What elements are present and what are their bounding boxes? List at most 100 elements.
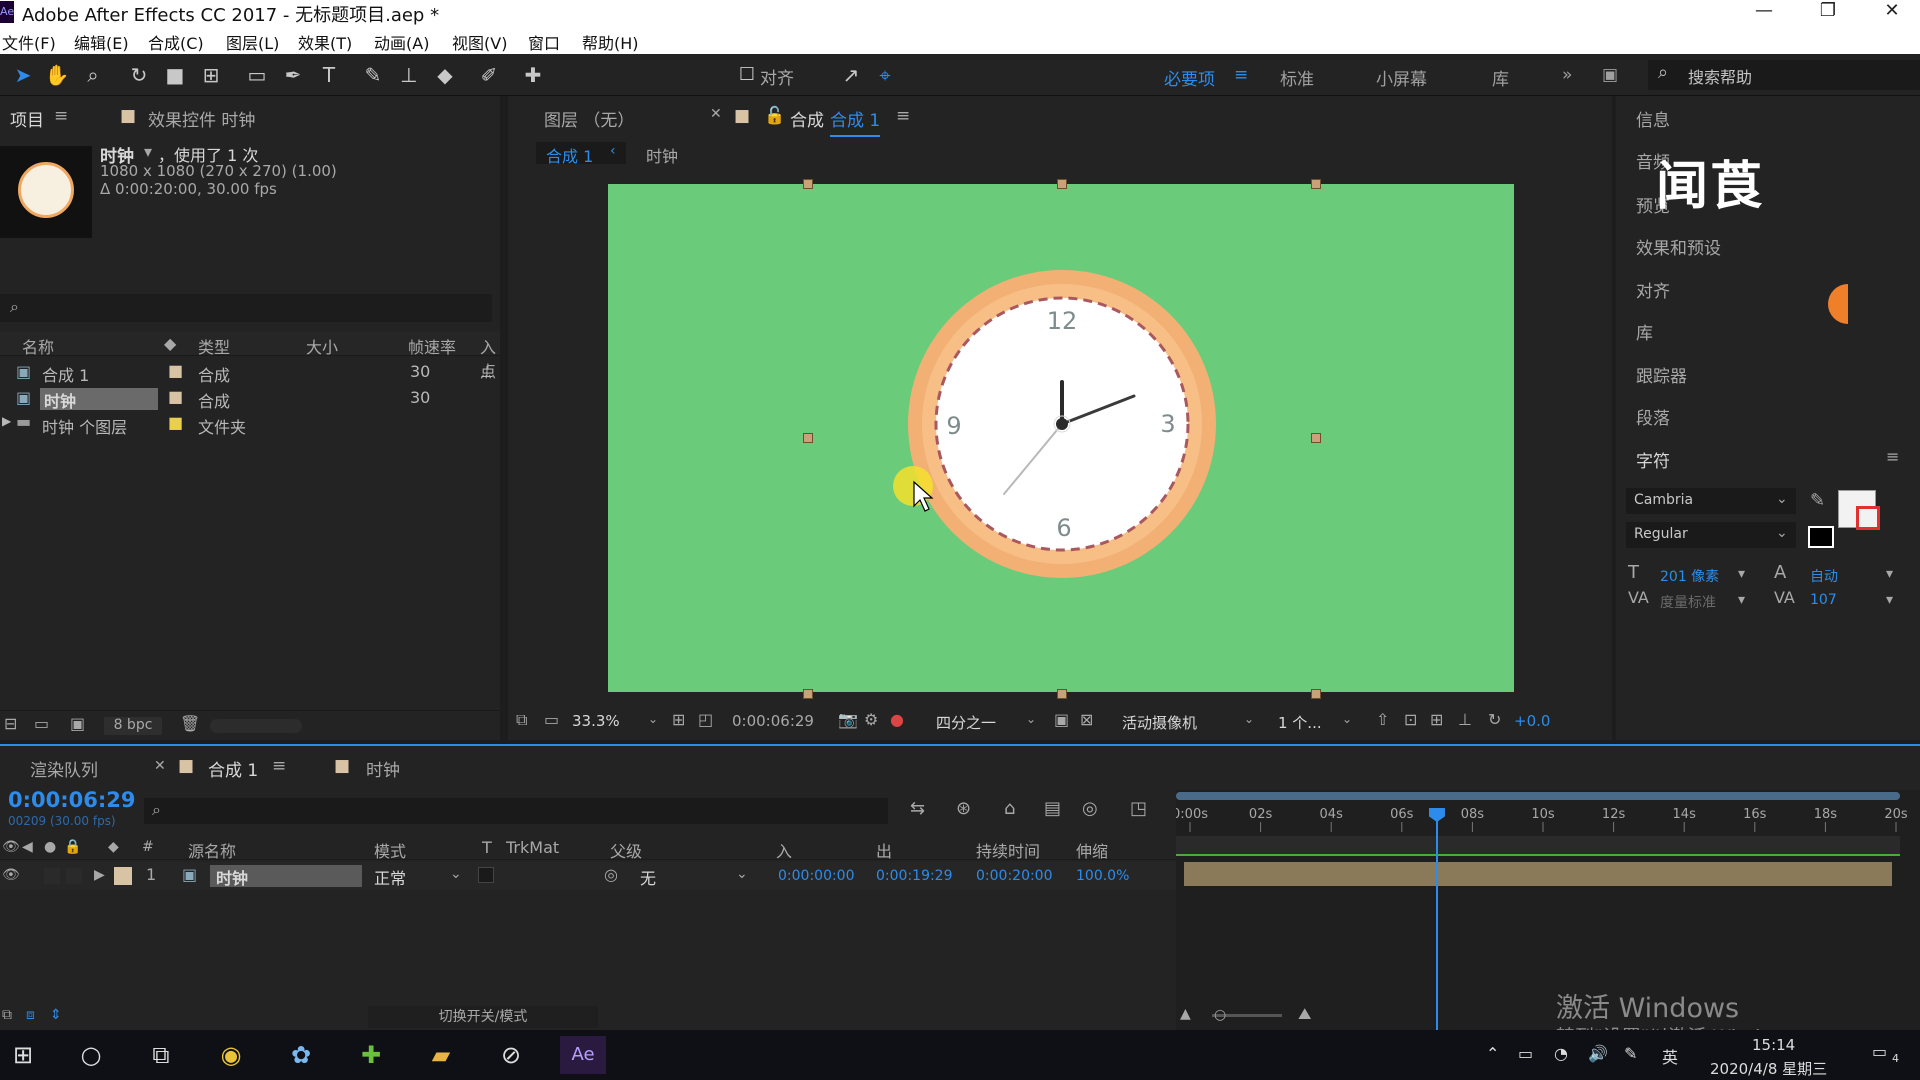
col-mode[interactable]: 模式 <box>374 838 406 862</box>
layer-handle-middle-right[interactable] <box>1311 433 1321 443</box>
eyedropper-icon[interactable]: ✎ <box>1810 490 1825 511</box>
views-chevron-icon[interactable]: ⌄ <box>1342 712 1352 726</box>
font-size-chevron-icon[interactable]: ▾ <box>1738 566 1745 582</box>
font-family-dropdown[interactable]: Cambria ⌄ <box>1626 488 1796 514</box>
thumbnail-zoom-slider[interactable] <box>210 719 302 733</box>
workspace-small-screen[interactable]: 小屏幕 <box>1376 65 1427 90</box>
layer-handle-bottom-left[interactable] <box>803 689 813 699</box>
transfer-controls-icon[interactable]: ⧈ <box>26 1007 35 1023</box>
layer-label-swatch[interactable] <box>114 867 132 885</box>
panel-libraries[interactable]: 库 <box>1636 319 1653 344</box>
clone-stamp-tool-icon[interactable]: ⊥ <box>396 62 422 88</box>
timestretch-icon[interactable]: ⇕ <box>50 1007 62 1023</box>
pan-behind-tool-icon[interactable]: ⊞ <box>198 62 224 88</box>
project-row[interactable]: ▶ ▬ 时钟 个图层 ■ 文件夹 <box>0 412 478 438</box>
minimize-button[interactable]: — <box>1744 0 1784 26</box>
mode-chevron-icon[interactable]: ⌄ <box>450 866 462 882</box>
safe-zones-icon[interactable]: ⊞ <box>672 710 685 729</box>
layer-visibility-icon[interactable]: 👁 <box>2 867 20 883</box>
close-tab-icon[interactable]: ✕ <box>710 106 722 122</box>
stylus-app-icon[interactable]: ⊘ <box>490 1036 532 1074</box>
usage-dropdown-icon[interactable]: ▾ <box>144 142 152 161</box>
snap-target-icon[interactable]: ⌖ <box>872 62 898 88</box>
col-name[interactable]: 名称 <box>22 334 54 358</box>
comp-mini-flowchart-icon[interactable]: ⇆ <box>910 798 925 819</box>
video-switch-icon[interactable]: 👁 <box>2 839 20 855</box>
health-app-icon[interactable]: ✚ <box>350 1036 392 1074</box>
col-type[interactable]: 类型 <box>198 334 230 358</box>
layer-handle-middle-left[interactable] <box>803 433 813 443</box>
camera-tool-icon[interactable]: ■ <box>162 62 188 88</box>
rotate-tool-icon[interactable]: ↻ <box>126 62 152 88</box>
tracking-value[interactable]: 107 <box>1810 592 1837 608</box>
col-out[interactable]: 出 <box>876 838 892 862</box>
label-swatch[interactable]: ■ <box>168 361 183 380</box>
close-button[interactable]: ✕ <box>1872 0 1912 26</box>
more-workspaces-icon[interactable]: » <box>1562 65 1572 85</box>
col-in[interactable]: 入 <box>776 838 792 862</box>
composition-canvas[interactable]: 12 3 6 9 <box>608 184 1514 692</box>
project-search-input[interactable]: ⌕ <box>0 294 492 322</box>
label-column-icon[interactable]: ◆ <box>108 839 119 855</box>
current-time[interactable]: 0:00:06:29 <box>8 788 135 812</box>
character-menu-icon[interactable]: ≡ <box>1886 447 1899 466</box>
lock-switch-icon[interactable]: 🔒 <box>64 839 81 855</box>
layer-name[interactable]: 时钟 <box>210 865 362 888</box>
type-tool-icon[interactable]: T <box>316 62 342 88</box>
action-center-icon[interactable]: ▭ <box>1872 1042 1887 1061</box>
workspace-essentials[interactable]: 必要项 <box>1164 65 1215 90</box>
draft-3d-icon[interactable]: ⊛ <box>956 798 971 819</box>
views-dropdown[interactable]: 1 个... <box>1278 712 1322 733</box>
resolution-chevron-icon[interactable]: ⌄ <box>1026 712 1036 726</box>
layer-solo-toggle[interactable] <box>44 868 60 884</box>
tab-composition-prefix[interactable]: 合成 <box>790 106 824 131</box>
col-framerate[interactable]: 帧速率 <box>408 334 456 358</box>
layer-out-point[interactable]: 0:00:19:29 <box>876 868 953 884</box>
parent-pickwhip-icon[interactable]: ◎ <box>604 865 618 884</box>
after-effects-taskbar-icon[interactable]: Ae <box>560 1036 606 1074</box>
menu-window[interactable]: 窗口 <box>528 30 560 54</box>
brush-tool-icon[interactable]: ✎ <box>360 62 386 88</box>
selection-tool-icon[interactable]: ➤ <box>10 62 36 88</box>
tab-layer[interactable]: 图层 （无） <box>544 106 634 131</box>
layer-mode-dropdown[interactable]: 正常 <box>374 865 406 889</box>
panel-tracker[interactable]: 跟踪器 <box>1636 362 1687 387</box>
region-of-interest-icon[interactable]: ▣ <box>1054 710 1069 729</box>
solo-switch-icon[interactable]: ● <box>44 839 56 855</box>
tab-composition[interactable]: 合成 1 <box>830 106 881 137</box>
workspace-libraries[interactable]: 库 <box>1492 65 1509 90</box>
col-source-name[interactable]: 源名称 <box>188 838 236 862</box>
camera-chevron-icon[interactable]: ⌄ <box>1244 712 1254 726</box>
pen-workspace-icon[interactable]: ✎ <box>1624 1044 1637 1063</box>
tab-render-queue[interactable]: 渲染队列 <box>30 756 98 781</box>
reset-exposure-icon[interactable]: ↻ <box>1488 710 1501 729</box>
label-swatch[interactable]: ■ <box>168 413 183 432</box>
viewer-timecode[interactable]: 0:00:06:29 <box>732 712 814 730</box>
lock-icon[interactable]: 🔓 <box>764 106 785 126</box>
tab-effect-controls[interactable]: 效果控件 时钟 <box>148 106 255 131</box>
tab-timeline-comp[interactable]: 合成 1 <box>208 756 258 781</box>
layer-handle-top-left[interactable] <box>803 179 813 189</box>
toggle-switches-modes-button[interactable]: 切换开关/模式 <box>368 1006 598 1028</box>
search-circle-icon[interactable]: ○ <box>70 1036 112 1074</box>
timeline-menu-icon[interactable]: ≡ <box>272 756 286 776</box>
project-row[interactable]: ▣ 时钟 ■ 合成 30 <box>0 386 478 412</box>
eraser-tool-icon[interactable]: ◆ <box>432 62 458 88</box>
tab-timeline-clock[interactable]: 时钟 <box>366 756 400 781</box>
timeline-search-input[interactable]: ⌕ <box>144 798 888 824</box>
new-folder-icon[interactable]: ▭ <box>34 714 49 733</box>
search-help-input[interactable]: ⌕ 搜索帮助 <box>1648 60 1920 90</box>
tray-expand-icon[interactable]: ⌃ <box>1486 1044 1499 1063</box>
panel-info[interactable]: 信息 <box>1636 106 1670 131</box>
input-method[interactable]: 英 <box>1662 1044 1678 1068</box>
menu-edit[interactable]: 编辑(E) <box>74 30 129 54</box>
color-channels-icon[interactable]: ● <box>890 710 904 729</box>
clock-time[interactable]: 15:14 <box>1752 1036 1795 1054</box>
transparency-grid-icon[interactable]: ⊠ <box>1080 710 1093 729</box>
hand-tool-icon[interactable]: ✋ <box>44 62 70 88</box>
panel-character[interactable]: 字符 <box>1636 447 1670 472</box>
kerning-chevron-icon[interactable]: ▾ <box>1738 592 1745 608</box>
frame-blending-icon[interactable]: ▤ <box>1044 798 1061 819</box>
align-checkbox-icon[interactable]: ☐ <box>734 62 760 88</box>
menu-animation[interactable]: 动画(A) <box>374 30 429 54</box>
